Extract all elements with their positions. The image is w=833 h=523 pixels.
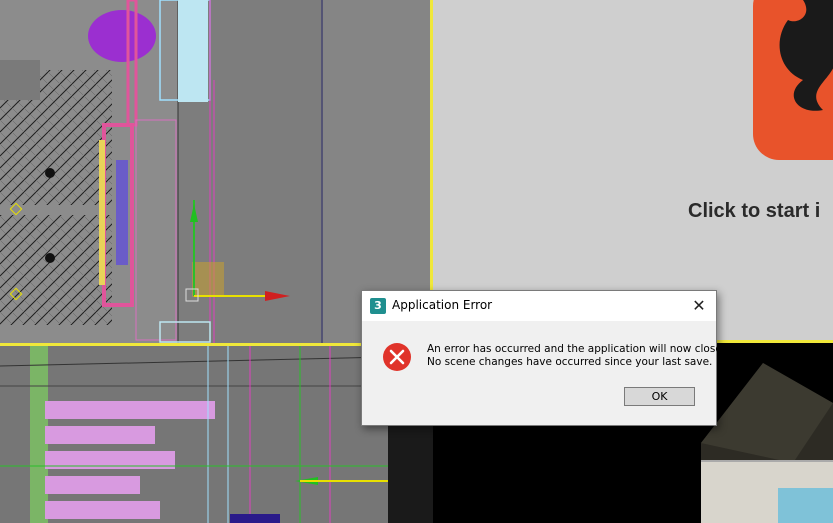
error-message-line-2: No scene changes have occurred since you… [427, 356, 713, 368]
close-button[interactable]: ✕ [688, 296, 710, 316]
error-icon [383, 343, 411, 371]
application-error-dialog: 3 Application Error ✕ An error has occur… [361, 290, 725, 426]
ok-button[interactable]: OK [624, 387, 695, 406]
error-message-line-1: An error has occurred and the applicatio… [427, 343, 726, 355]
dialog-title: Application Error [392, 298, 493, 312]
app-icon: 3 [370, 298, 386, 314]
dialog-titlebar[interactable]: 3 Application Error ✕ [362, 291, 716, 321]
click-to-start-prompt[interactable]: Click to start i [688, 200, 820, 223]
